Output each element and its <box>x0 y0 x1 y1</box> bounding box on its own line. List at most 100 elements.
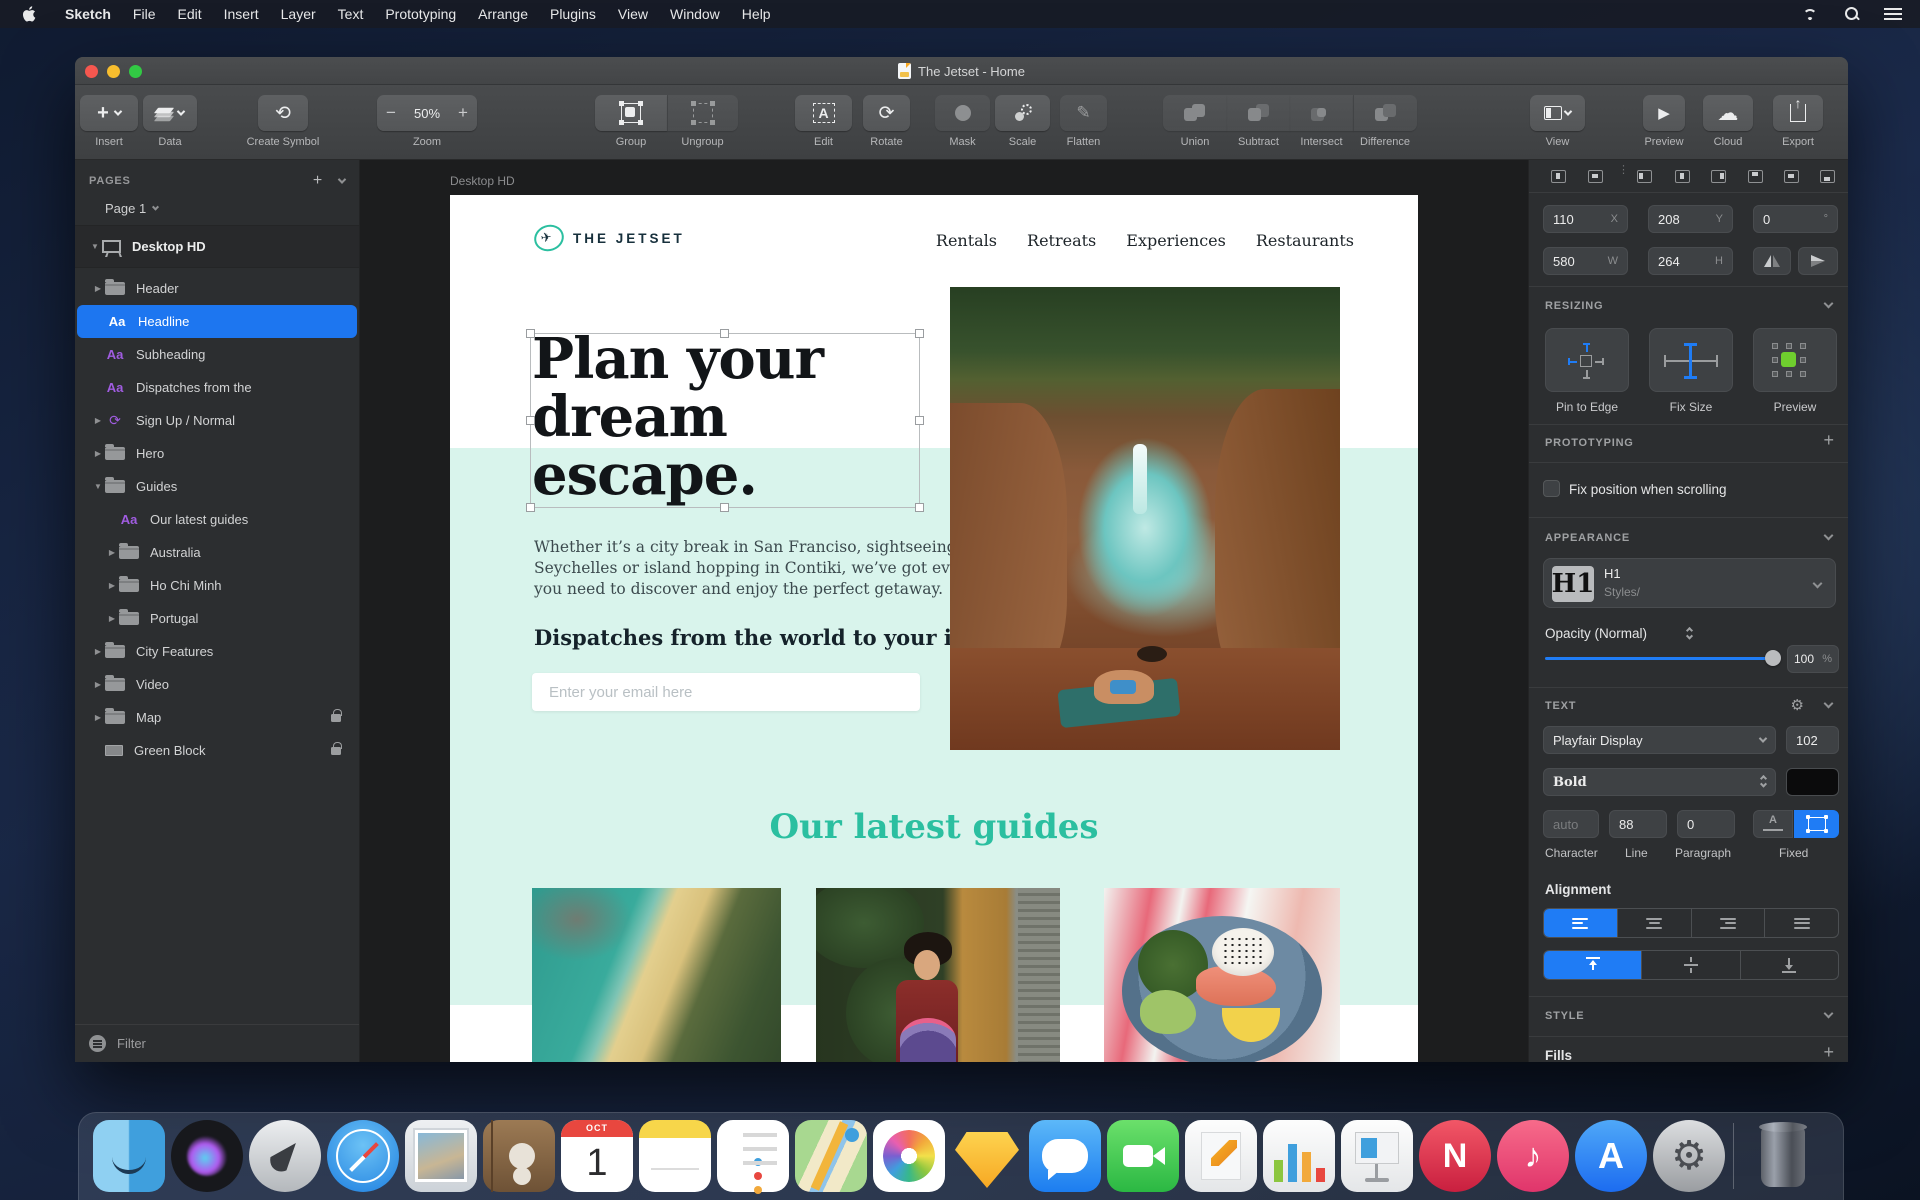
dock-safari[interactable] <box>327 1120 399 1192</box>
flatten-button[interactable]: ✎ Flatten <box>1060 95 1107 148</box>
guides-heading[interactable]: Our latest guides <box>450 807 1418 847</box>
width-field[interactable]: 580W <box>1543 247 1628 275</box>
nav-restaurants[interactable]: Restaurants <box>1256 231 1354 250</box>
woman-with-fan-photo[interactable] <box>816 888 1060 1062</box>
height-field[interactable]: 264H <box>1648 247 1733 275</box>
font-family-dropdown[interactable]: Playfair Display <box>1543 726 1776 754</box>
fixed-size-button[interactable] <box>1794 810 1839 838</box>
menu-help[interactable]: Help <box>731 6 782 22</box>
subtract-button[interactable] <box>1227 95 1290 131</box>
body-copy[interactable]: Whether it’s a city break in San Francis… <box>534 537 1016 600</box>
menu-prototyping[interactable]: Prototyping <box>374 6 467 22</box>
align-top-icon[interactable] <box>1748 170 1763 183</box>
menu-file[interactable]: File <box>122 6 167 22</box>
nav-experiences[interactable]: Experiences <box>1126 231 1226 250</box>
dock-siri[interactable] <box>171 1120 243 1192</box>
nav-rentals[interactable]: Rentals <box>936 231 997 250</box>
union-button[interactable] <box>1163 95 1227 131</box>
y-field[interactable]: 208Y <box>1648 205 1733 233</box>
dock-keynote[interactable] <box>1341 1120 1413 1192</box>
menu-list-icon[interactable] <box>1884 8 1902 20</box>
dock-trash[interactable] <box>1747 1120 1819 1192</box>
layer-row-dispatches-from-the[interactable]: AaDispatches from the <box>75 371 359 404</box>
disclosure-closed-icon[interactable]: ▶ <box>91 449 105 458</box>
character-spacing-field[interactable]: auto <box>1543 810 1599 838</box>
zoom-control[interactable]: − 50% + Zoom <box>377 95 477 148</box>
dock-facetime[interactable] <box>1107 1120 1179 1192</box>
align-middle-button[interactable] <box>1641 951 1739 979</box>
align-right-icon[interactable] <box>1711 170 1726 183</box>
disclosure-closed-icon[interactable]: ▶ <box>105 581 119 590</box>
add-fill-icon[interactable]: + <box>1823 1042 1834 1062</box>
cloud-button[interactable]: ☁ Cloud <box>1703 95 1753 148</box>
paragraph-spacing-field[interactable]: 0 <box>1677 810 1735 838</box>
ungroup-button[interactable] <box>667 95 738 131</box>
zoom-in-icon[interactable]: + <box>449 103 477 123</box>
email-signup-field[interactable] <box>532 673 920 711</box>
dock-numbers[interactable] <box>1263 1120 1335 1192</box>
layer-row-map[interactable]: ▶Map <box>75 701 359 734</box>
layer-row-city-features[interactable]: ▶City Features <box>75 635 359 668</box>
dock-finder[interactable] <box>93 1120 165 1192</box>
scale-button[interactable]: Scale <box>995 95 1050 148</box>
style-collapse-icon[interactable] <box>1824 1009 1834 1019</box>
lock-icon[interactable] <box>331 747 341 755</box>
dock-news[interactable]: N <box>1419 1120 1491 1192</box>
view-button[interactable]: View <box>1530 95 1585 148</box>
intersect-button[interactable] <box>1290 95 1353 131</box>
selection-handle[interactable] <box>526 329 535 338</box>
align-text-center-button[interactable] <box>1617 909 1691 937</box>
text-color-swatch[interactable] <box>1786 768 1839 796</box>
dock-app-store[interactable]: A <box>1575 1120 1647 1192</box>
opacity-slider[interactable] <box>1545 657 1773 660</box>
disclosure-closed-icon[interactable]: ▶ <box>91 284 105 293</box>
text-style-selector[interactable]: H1 H1 Styles/ <box>1543 558 1836 608</box>
selection-handle[interactable] <box>526 503 535 512</box>
text-collapse-icon[interactable] <box>1824 699 1834 709</box>
x-field[interactable]: 110X <box>1543 205 1628 233</box>
artboard-desktop-hd[interactable]: THE JETSET Rentals Retreats Experiences … <box>450 195 1418 1062</box>
selection-handle[interactable] <box>720 329 729 338</box>
create-symbol-button[interactable]: ⟲ Create Symbol <box>258 95 308 148</box>
menu-plugins[interactable]: Plugins <box>539 6 607 22</box>
pages-collapse-icon[interactable] <box>338 175 346 183</box>
distribute-horizontal-icon[interactable] <box>1551 170 1566 183</box>
distribute-vertical-icon[interactable] <box>1588 170 1603 183</box>
menu-window[interactable]: Window <box>659 6 731 22</box>
dock-maps[interactable] <box>795 1120 867 1192</box>
layer-row-headline[interactable]: AaHeadline <box>77 305 357 338</box>
disclosure-closed-icon[interactable]: ▶ <box>91 647 105 656</box>
font-size-field[interactable]: 102 <box>1786 726 1839 754</box>
menu-view[interactable]: View <box>607 6 659 22</box>
dock-launchpad[interactable] <box>249 1120 321 1192</box>
dock-messages[interactable] <box>1029 1120 1101 1192</box>
dock-calendar[interactable]: OCT1 <box>561 1120 633 1192</box>
selection-handle[interactable] <box>720 503 729 512</box>
layer-row-header[interactable]: ▶Header <box>75 272 359 305</box>
disclosure-open-icon[interactable]: ▼ <box>91 482 105 491</box>
dock-itunes[interactable]: ♪ <box>1497 1120 1569 1192</box>
minimize-button[interactable] <box>107 65 120 78</box>
group-button[interactable] <box>595 95 667 131</box>
layer-row-video[interactable]: ▶Video <box>75 668 359 701</box>
dock-notes[interactable] <box>639 1120 711 1192</box>
data-button[interactable]: Data <box>143 95 197 148</box>
dock-sketch[interactable] <box>951 1120 1023 1192</box>
flip-horizontal-button[interactable] <box>1753 247 1791 275</box>
align-text-justify-button[interactable] <box>1764 909 1838 937</box>
dock-reminders[interactable] <box>717 1120 789 1192</box>
opacity-field[interactable]: 100% <box>1787 645 1839 673</box>
disclosure-closed-icon[interactable]: ▶ <box>91 680 105 689</box>
dock-mail[interactable] <box>405 1120 477 1192</box>
canyon-hero-photo[interactable] <box>950 287 1340 750</box>
zoom-window-button[interactable] <box>129 65 142 78</box>
appearance-collapse-icon[interactable] <box>1824 531 1834 541</box>
layer-row-our-latest-guides[interactable]: AaOur latest guides <box>75 503 359 536</box>
flip-vertical-button[interactable] <box>1798 247 1838 275</box>
rotate-button[interactable]: ⟳ Rotate <box>863 95 910 148</box>
font-weight-dropdown[interactable]: Bold <box>1543 768 1776 796</box>
layer-row-sign-up-normal[interactable]: ▶⟳Sign Up / Normal <box>75 404 359 437</box>
layer-row-australia[interactable]: ▶Australia <box>75 536 359 569</box>
dispatches-heading[interactable]: Dispatches from the world to your inbox <box>534 625 1008 650</box>
layer-row-green-block[interactable]: Green Block <box>75 734 359 767</box>
